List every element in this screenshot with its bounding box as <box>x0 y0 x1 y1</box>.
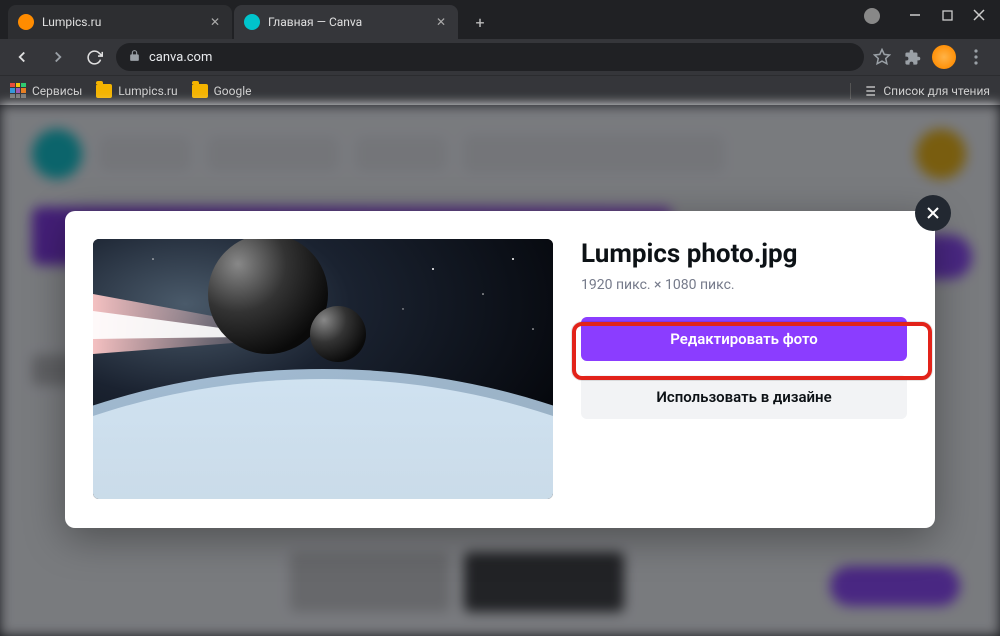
bookmark-star-icon[interactable] <box>872 47 892 67</box>
window-close-icon[interactable] <box>972 8 986 22</box>
bookmark-label: Lumpics.ru <box>118 84 177 98</box>
new-tab-button[interactable]: + <box>466 8 494 36</box>
window-controls <box>850 0 1000 32</box>
apps-label: Сервисы <box>32 84 82 98</box>
bookmark-label: Google <box>214 84 252 98</box>
minimize-icon[interactable] <box>908 8 922 22</box>
extensions-icon[interactable] <box>902 47 922 67</box>
folder-icon <box>192 84 208 98</box>
lock-icon <box>128 49 141 66</box>
reload-button[interactable] <box>80 43 108 71</box>
browser-titlebar: Lumpics.ru ✕ Главная — Canva ✕ + <box>0 0 1000 39</box>
close-icon[interactable]: ✕ <box>208 15 222 29</box>
edit-photo-button[interactable]: Редактировать фото <box>581 317 907 361</box>
close-icon <box>926 206 940 220</box>
maximize-icon[interactable] <box>940 8 954 22</box>
bookmarks-bar: Сервисы Lumpics.ru Google Список для чте… <box>0 75 1000 105</box>
tab-favicon <box>18 14 34 30</box>
tab-media-indicator <box>864 8 880 24</box>
modal-info: Lumpics photo.jpg 1920 пикс. × 1080 пикс… <box>581 239 907 500</box>
tab-favicon <box>244 14 260 30</box>
button-label: Редактировать фото <box>670 330 817 348</box>
apps-button[interactable]: Сервисы <box>10 83 82 99</box>
kebab-menu-icon[interactable] <box>966 47 986 67</box>
back-button[interactable] <box>8 43 36 71</box>
bookmark-folder-google[interactable]: Google <box>192 84 252 98</box>
button-label: Использовать в дизайне <box>656 388 831 406</box>
url-text: canva.com <box>149 50 212 65</box>
upload-preview-modal: Lumpics photo.jpg 1920 пикс. × 1080 пикс… <box>65 211 935 528</box>
tab-title: Lumpics.ru <box>42 15 204 29</box>
reading-list-button[interactable]: Список для чтения <box>850 83 990 99</box>
bookmark-folder-lumpics[interactable]: Lumpics.ru <box>96 84 177 98</box>
image-preview <box>93 239 553 499</box>
tab-canva[interactable]: Главная — Canva ✕ <box>234 5 458 39</box>
address-bar: canva.com <box>0 39 1000 75</box>
forward-button[interactable] <box>44 43 72 71</box>
profile-avatar[interactable] <box>932 45 956 69</box>
tab-title: Главная — Canva <box>268 15 430 29</box>
use-in-design-button[interactable]: Использовать в дизайне <box>581 375 907 419</box>
apps-grid-icon <box>10 83 26 99</box>
dimensions-label: 1920 пикс. × 1080 пикс. <box>581 277 907 293</box>
url-input[interactable]: canva.com <box>116 43 864 71</box>
list-icon <box>861 83 877 99</box>
tab-lumpics[interactable]: Lumpics.ru ✕ <box>8 5 232 39</box>
close-modal-button[interactable] <box>915 195 951 231</box>
filename-label: Lumpics photo.jpg <box>581 239 907 269</box>
reading-list-label: Список для чтения <box>883 84 990 98</box>
close-icon[interactable]: ✕ <box>434 15 448 29</box>
folder-icon <box>96 84 112 98</box>
